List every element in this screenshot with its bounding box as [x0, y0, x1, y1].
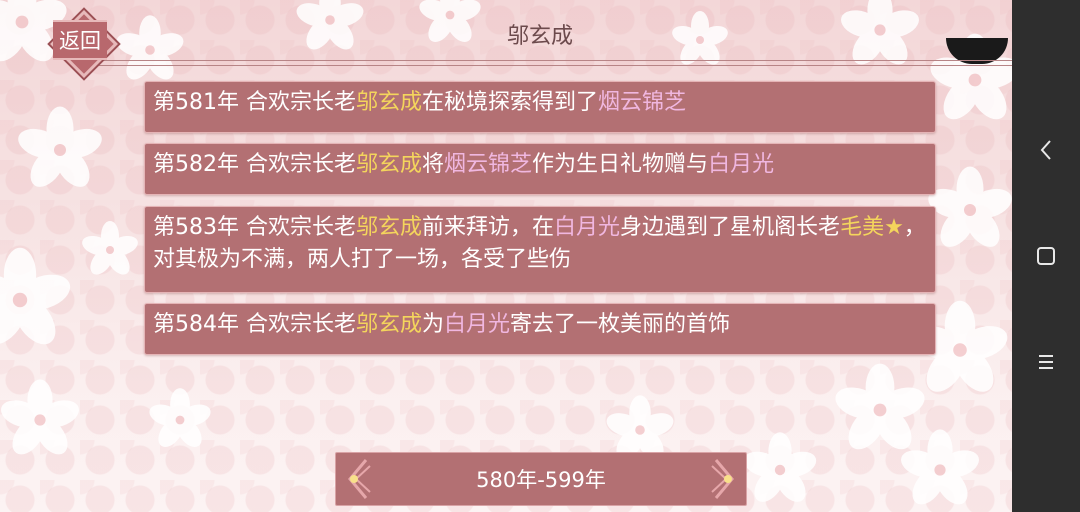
year-range-label: 580年-599年 [476, 468, 606, 492]
event-highlight: 白月光 [708, 152, 775, 177]
event-text: 寄去了一枚美丽的首饰 [510, 312, 731, 337]
event-highlight: 邬玄成 [356, 312, 423, 337]
event-highlight: 邬玄成 [356, 152, 423, 177]
event-text: 第584年 合欢宗长老 [153, 312, 356, 337]
event-highlight: 烟云锦芝 [444, 152, 533, 177]
event-text: 为 [422, 312, 445, 337]
nav-home-square-icon[interactable] [1012, 232, 1080, 280]
nav-menu-lines-icon[interactable] [1012, 338, 1080, 386]
header-divider [90, 60, 1040, 66]
event-highlight: 白月光 [554, 215, 621, 240]
event-text: 前来拜访，在 [422, 215, 555, 240]
back-button[interactable]: 返回 [38, 8, 122, 78]
event-row: 第581年 合欢宗长老邬玄成在秘境探索得到了烟云锦芝 [144, 81, 936, 133]
event-highlight: 烟云锦芝 [598, 90, 687, 115]
event-text: 在秘境探索得到了 [422, 90, 599, 115]
next-page-arrow-icon[interactable] [706, 453, 746, 505]
prev-page-arrow-icon[interactable] [336, 453, 376, 505]
nav-back-chevron-icon[interactable] [1012, 126, 1080, 174]
back-button-label: 返回 [53, 20, 107, 60]
event-highlight: 邬玄成 [356, 215, 423, 240]
page-title: 邬玄成 [506, 24, 573, 49]
event-text: 第583年 合欢宗长老 [153, 215, 356, 240]
event-highlight: 毛美★ [840, 215, 904, 240]
system-nav-bar [1012, 0, 1080, 512]
event-text: 身边遇到了星机阁长老 [620, 215, 841, 240]
event-text: 作为生日礼物赠与 [532, 152, 709, 177]
event-text: 第582年 合欢宗长老 [153, 152, 356, 177]
event-row: 第583年 合欢宗长老邬玄成前来拜访，在白月光身边遇到了星机阁长老毛美★，对其极… [144, 206, 936, 293]
event-text: 第581年 合欢宗长老 [153, 90, 356, 115]
event-row: 第584年 合欢宗长老邬玄成为白月光寄去了一枚美丽的首饰 [144, 303, 936, 355]
year-range-pager: 580年-599年 [335, 452, 747, 506]
event-highlight: 邬玄成 [356, 90, 423, 115]
event-text: 将 [422, 152, 445, 177]
event-row: 第582年 合欢宗长老邬玄成将烟云锦芝作为生日礼物赠与白月光 [144, 143, 936, 195]
event-highlight: 白月光 [444, 312, 511, 337]
